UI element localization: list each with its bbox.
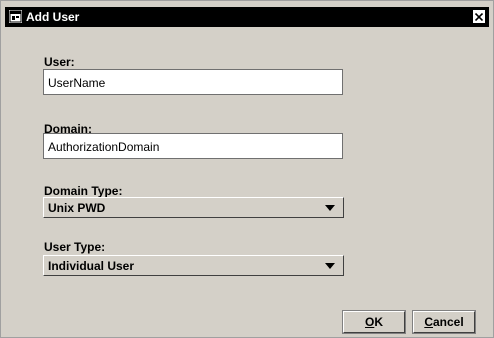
user-type-select[interactable]: Individual User [43, 255, 344, 276]
user-type-value: Individual User [48, 259, 135, 273]
cancel-button[interactable]: Cancel [412, 310, 476, 334]
close-button[interactable] [473, 10, 485, 23]
dialog-content: User: UserName Domain: AuthorizationDoma… [5, 27, 489, 335]
domain-type-label: Domain Type: [44, 184, 123, 198]
ok-mnemonic: O [364, 315, 375, 329]
ok-label-rest: K [374, 315, 383, 329]
triangle-down-icon [325, 205, 335, 211]
title-bar[interactable]: Add User [5, 7, 489, 27]
cancel-label-rest: ancel [432, 315, 464, 329]
domain-type-select[interactable]: Unix PWD [43, 197, 344, 218]
domain-type-value: Unix PWD [48, 201, 106, 215]
add-user-dialog: Add User User: UserName Domain: Authoriz… [0, 0, 494, 338]
cancel-mnemonic: C [424, 315, 433, 329]
app-window-icon [9, 10, 22, 23]
user-input[interactable]: UserName [43, 69, 343, 95]
user-type-label: User Type: [44, 240, 106, 254]
domain-input[interactable]: AuthorizationDomain [43, 133, 343, 159]
ok-button[interactable]: OK [342, 310, 406, 334]
triangle-down-icon [325, 263, 335, 269]
close-icon [475, 12, 483, 21]
window-title: Add User [26, 10, 80, 24]
user-label: User: [44, 55, 75, 69]
